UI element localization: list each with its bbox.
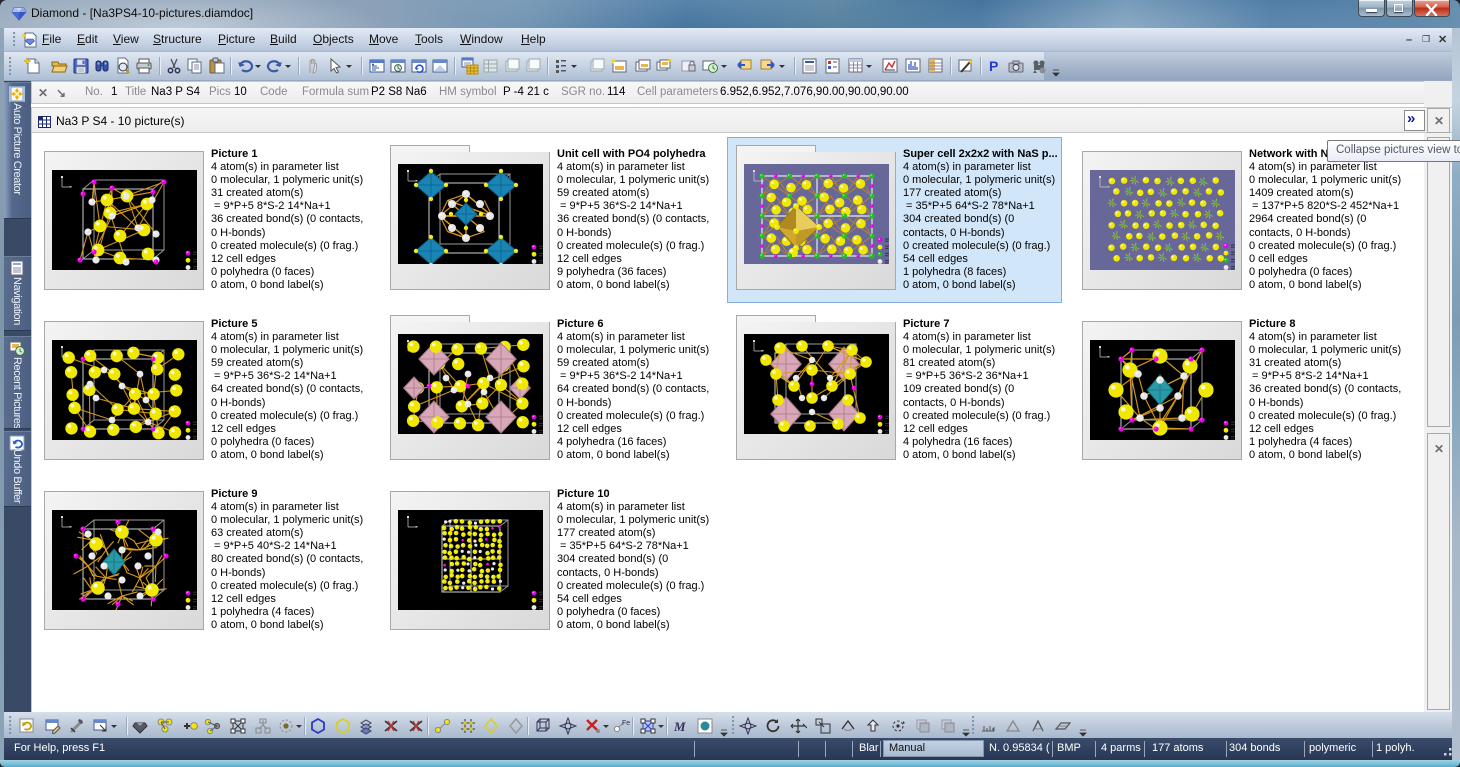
svg-text:M: M: [673, 719, 686, 734]
svg-text:P: P: [989, 58, 998, 74]
svg-text:Fe: Fe: [622, 720, 630, 727]
